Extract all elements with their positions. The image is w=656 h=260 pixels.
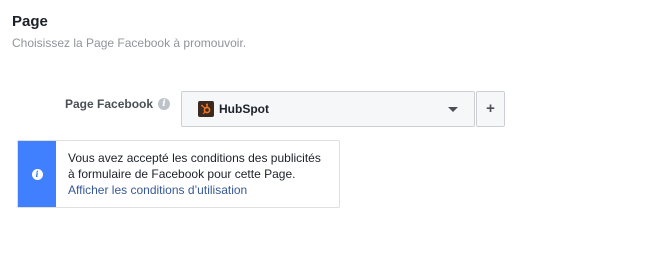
view-terms-link[interactable]: Afficher les conditions d’utilisation [68, 183, 247, 197]
terms-notice: i Vous avez accepté les conditions des p… [17, 140, 340, 208]
page-select-dropdown[interactable]: HubSpot [181, 91, 475, 127]
info-icon[interactable]: i [158, 98, 170, 110]
add-page-button[interactable]: + [476, 91, 505, 127]
notice-text: Vous avez accepté les conditions des pub… [56, 141, 326, 207]
section-subtitle: Choisissez la Page Facebook à promouvoir… [12, 36, 247, 50]
selected-page-name: HubSpot [219, 102, 269, 116]
notice-stripe: i [18, 141, 56, 207]
info-icon: i [31, 168, 43, 180]
chevron-down-icon [448, 107, 458, 112]
hubspot-logo-icon [198, 101, 214, 117]
page-facebook-label: Page Facebook [65, 97, 154, 111]
section-title: Page [12, 13, 48, 30]
notice-message: Vous avez accepté les conditions des pub… [68, 151, 321, 181]
